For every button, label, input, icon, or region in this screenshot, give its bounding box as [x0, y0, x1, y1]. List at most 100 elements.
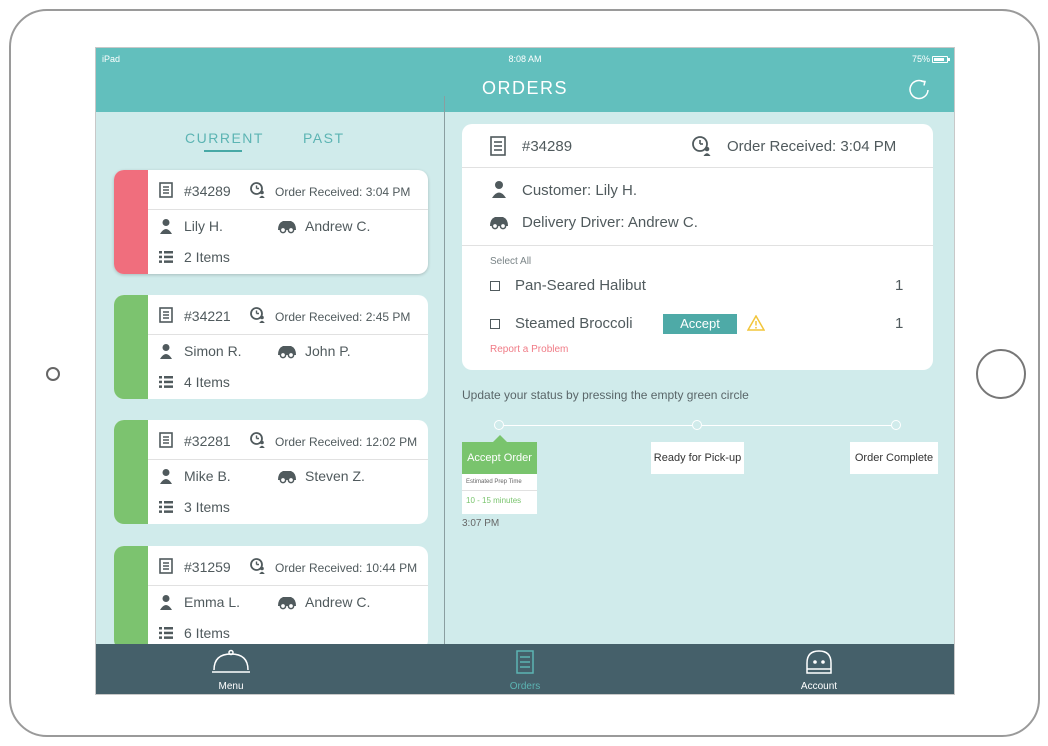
receipt-icon — [158, 432, 174, 448]
bottom-tab-bar: Menu Orders Account — [96, 644, 954, 694]
order-customer: Emma L. — [184, 594, 241, 610]
item-checkbox[interactable] — [490, 281, 500, 291]
clock-person-icon — [692, 136, 711, 156]
app-screen: iPad 8:08 AM 75% ORDERS CURRENT PAST #34… — [95, 47, 955, 695]
order-card[interactable]: #32281 Order Received: 12:02 PM Mike B. Ste… — [114, 420, 428, 524]
receipt-icon — [490, 136, 506, 156]
tab-current[interactable]: CURRENT — [185, 130, 264, 146]
car-icon — [276, 468, 298, 484]
order-status-stripe — [114, 420, 148, 524]
status-time: 8:08 AM — [508, 54, 542, 64]
panel-divider — [444, 96, 445, 644]
clock-person-icon — [250, 307, 266, 323]
header: iPad 8:08 AM 75% ORDERS — [96, 48, 954, 112]
receipt-icon — [516, 650, 534, 674]
item-name: Steamed Broccoli — [515, 315, 633, 332]
order-customer: Lily H. — [184, 218, 223, 234]
tabbar-orders[interactable]: Orders — [490, 644, 560, 694]
car-icon — [276, 343, 298, 359]
order-driver: Steven Z. — [305, 468, 365, 484]
list-icon — [158, 499, 174, 515]
order-driver: Andrew C. — [305, 594, 371, 610]
status-circle-complete[interactable] — [891, 420, 901, 430]
tabbar-menu-label: Menu — [218, 681, 244, 692]
order-card[interactable]: #31259 Order Received: 10:44 PM Emma L. And… — [114, 546, 428, 650]
status-track-line — [504, 425, 692, 426]
order-items-count: 4 Items — [184, 374, 230, 390]
order-card[interactable]: #34289 Order Received: 3:04 PM Lily H. Andr… — [114, 170, 428, 274]
item-qty: 1 — [895, 315, 904, 332]
order-status-stripe — [114, 170, 148, 274]
item-name: Pan-Seared Halibut — [515, 277, 646, 294]
select-all-link[interactable]: Select All — [490, 256, 531, 267]
status-circle-accept[interactable] — [494, 420, 504, 430]
order-items-count: 2 Items — [184, 249, 230, 265]
receipt-icon — [158, 182, 174, 198]
prep-divider — [462, 490, 537, 491]
status-circle-ready[interactable] — [692, 420, 702, 430]
order-received-time: Order Received: 12:02 PM — [275, 435, 418, 449]
order-card[interactable]: #34221 Order Received: 2:45 PM Simon R. Joh… — [114, 295, 428, 399]
page-title: ORDERS — [481, 78, 568, 98]
order-driver: John P. — [305, 343, 351, 359]
order-status-stripe — [114, 546, 148, 650]
status-instruction: Update your status by pressing the empty… — [462, 388, 749, 402]
order-received-time: Order Received: 3:04 PM — [275, 185, 411, 199]
order-items-count: 6 Items — [184, 625, 230, 641]
list-icon — [158, 374, 174, 390]
tab-past[interactable]: PAST — [303, 130, 345, 146]
battery-icon — [932, 56, 950, 63]
person-icon — [158, 468, 174, 484]
prep-time-value: 10 - 15 minutes — [466, 496, 522, 505]
cloche-icon — [212, 649, 250, 673]
stage-accept-order[interactable]: Accept Order — [462, 442, 537, 474]
status-track-line — [702, 425, 891, 426]
camera-dot — [46, 367, 60, 381]
order-received-time: Order Received: 2:45 PM — [275, 310, 411, 324]
detail-customer: Customer: Lily H. — [522, 182, 638, 199]
car-icon — [276, 218, 298, 234]
accept-button[interactable]: Accept — [663, 314, 737, 334]
tabbar-account[interactable]: Account — [784, 644, 854, 694]
report-problem-link[interactable]: Report a Problem — [490, 344, 568, 355]
person-icon — [158, 343, 174, 359]
clock-person-icon — [250, 182, 266, 198]
status-battery-percent: 75% — [911, 54, 930, 64]
car-icon — [276, 594, 298, 610]
prep-time-label: Estimated Prep Time — [466, 479, 522, 485]
item-checkbox[interactable] — [490, 319, 500, 329]
prep-time-box: Estimated Prep Time 10 - 15 minutes — [462, 474, 537, 514]
order-number: #34289 — [184, 183, 231, 199]
tab-current-underline — [204, 150, 242, 152]
order-customer: Mike B. — [184, 468, 231, 484]
order-items-count: 3 Items — [184, 499, 230, 515]
stage-order-complete[interactable]: Order Complete — [850, 442, 938, 474]
tabbar-menu[interactable]: Menu — [196, 644, 266, 694]
warning-icon[interactable] — [747, 315, 765, 331]
stage-caret — [493, 435, 507, 442]
order-number: #31259 — [184, 559, 231, 575]
tabbar-account-label: Account — [800, 681, 838, 692]
clock-person-icon — [250, 432, 266, 448]
person-icon — [158, 218, 174, 234]
person-icon — [158, 594, 174, 610]
car-icon — [490, 217, 508, 230]
order-status-stripe — [114, 295, 148, 399]
detail-driver: Delivery Driver: Andrew C. — [522, 214, 698, 231]
order-number: #32281 — [184, 433, 231, 449]
receipt-icon — [158, 558, 174, 574]
tabbar-orders-label: Orders — [509, 681, 541, 692]
detail-order-number: #34289 — [522, 138, 573, 155]
stage-ready-for-pickup[interactable]: Ready for Pick-up — [651, 442, 744, 474]
accepted-time: 3:07 PM — [462, 518, 500, 529]
home-button[interactable] — [976, 349, 1026, 399]
order-received-time: Order Received: 10:44 PM — [275, 561, 418, 575]
refresh-icon[interactable] — [908, 78, 930, 100]
account-icon — [806, 650, 832, 674]
list-icon — [158, 625, 174, 641]
order-customer: Simon R. — [184, 343, 242, 359]
person-icon — [492, 181, 506, 198]
detail-received: Order Received: 3:04 PM — [727, 138, 897, 155]
item-qty: 1 — [895, 277, 904, 294]
receipt-icon — [158, 307, 174, 323]
